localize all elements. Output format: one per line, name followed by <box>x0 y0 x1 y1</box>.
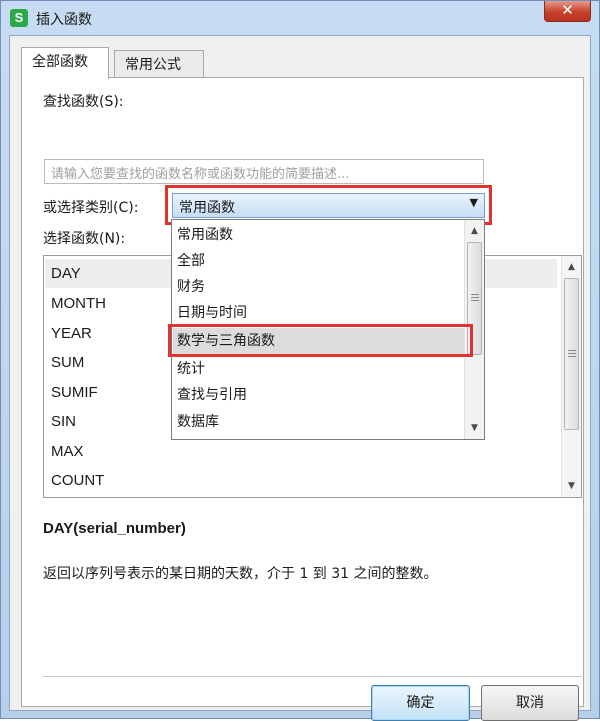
category-label: 或选择类别(C): <box>43 200 139 216</box>
option-highlight-frame <box>168 324 473 357</box>
cancel-button[interactable]: 取消 <box>481 685 579 721</box>
function-signature: DAY(serial_number) <box>43 520 186 537</box>
function-item-max[interactable]: MAX <box>45 437 557 466</box>
scroll-thumb[interactable] <box>564 278 579 430</box>
category-option-lookup-reference[interactable]: 查找与引用 <box>173 382 465 408</box>
tab-label: 全部函数 <box>32 54 88 70</box>
tab-common-formulas[interactable]: 常用公式 <box>114 50 204 78</box>
grip-icon <box>471 294 479 295</box>
scroll-down-icon[interactable]: ▼ <box>465 419 484 437</box>
all-functions-panel: 查找函数(S): 请输入您要查找的函数名称或函数功能的简要描述... 或选择类别… <box>21 77 584 721</box>
category-option-database[interactable]: 数据库 <box>173 409 465 435</box>
grip-icon <box>568 356 576 357</box>
category-option-statistics[interactable]: 统计 <box>173 356 465 382</box>
scroll-down-icon[interactable]: ▼ <box>562 477 581 495</box>
category-option-all[interactable]: 全部 <box>173 248 465 274</box>
grip-icon <box>471 300 479 301</box>
title-bar[interactable]: S 插入函数 ✕ <box>1 1 599 35</box>
wps-spreadsheet-icon: S <box>10 9 28 27</box>
grip-icon <box>471 297 479 298</box>
tab-label: 常用公式 <box>125 57 181 73</box>
search-input[interactable]: 请输入您要查找的函数名称或函数功能的简要描述... <box>44 159 484 184</box>
close-button[interactable]: ✕ <box>544 1 591 22</box>
scroll-up-icon[interactable]: ▲ <box>465 222 484 240</box>
scroll-up-icon[interactable]: ▲ <box>562 258 581 276</box>
function-list-scrollbar[interactable]: ▲ ▼ <box>561 256 581 497</box>
grip-icon <box>568 350 576 351</box>
divider <box>43 676 582 677</box>
category-option-date-time[interactable]: 日期与时间 <box>173 300 465 326</box>
insert-function-dialog: S 插入函数 ✕ 全部函数 常用公式 查找函数(S): 请输入您要查找的函数名称… <box>0 0 600 721</box>
grip-icon <box>568 353 576 354</box>
function-description: 返回以序列号表示的某日期的天数，介于 1 到 31 之间的整数。 <box>43 566 438 582</box>
dialog-body: 全部函数 常用公式 查找函数(S): 请输入您要查找的函数名称或函数功能的简要描… <box>9 35 591 721</box>
tab-all-functions[interactable]: 全部函数 <box>21 47 109 79</box>
category-option-finance[interactable]: 财务 <box>173 274 465 300</box>
function-item-count[interactable]: COUNT <box>45 466 557 495</box>
function-list-label: 选择函数(N): <box>43 231 126 247</box>
ok-button[interactable]: 确定 <box>371 685 470 721</box>
close-icon: ✕ <box>561 1 574 19</box>
search-label: 查找函数(S): <box>43 94 124 110</box>
category-option-common[interactable]: 常用函数 <box>173 222 465 248</box>
dialog-title: 插入函数 <box>36 12 92 28</box>
